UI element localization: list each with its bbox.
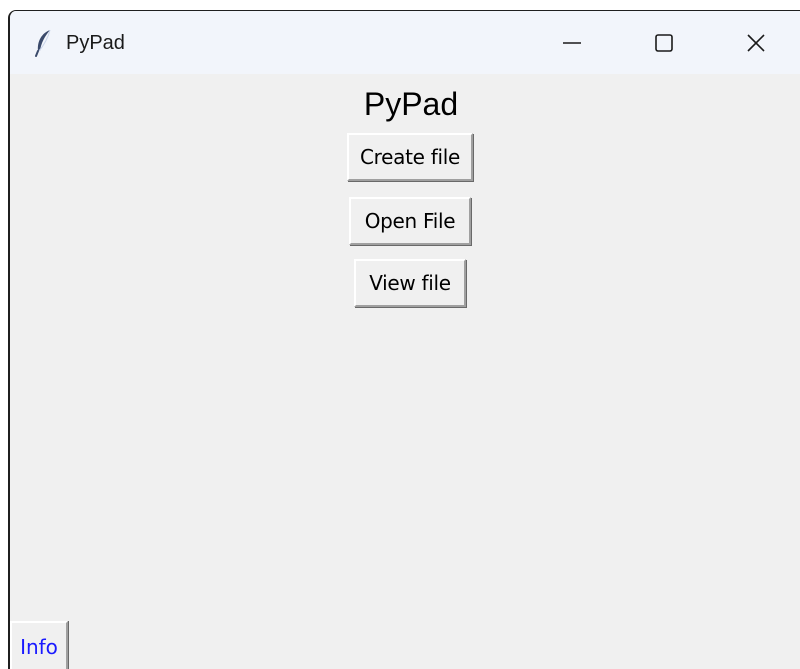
open-file-button[interactable]: Open File [349, 197, 471, 245]
minimize-icon [562, 33, 582, 53]
info-button[interactable]: Info [10, 621, 68, 669]
info-button-label: Info [20, 634, 58, 659]
app-window: PyPad PyPad Create file Open File View f… [8, 10, 800, 669]
view-file-button[interactable]: View file [354, 259, 466, 307]
feather-icon [32, 29, 54, 57]
minimize-button[interactable] [526, 11, 618, 74]
app-heading: PyPad [363, 86, 459, 122]
close-icon [746, 33, 766, 53]
close-button[interactable] [710, 11, 800, 74]
maximize-button[interactable] [618, 11, 710, 74]
title-bar[interactable]: PyPad [10, 11, 800, 74]
window-title: PyPad [66, 32, 125, 54]
create-file-button[interactable]: Create file [347, 133, 473, 181]
maximize-icon [654, 33, 674, 53]
